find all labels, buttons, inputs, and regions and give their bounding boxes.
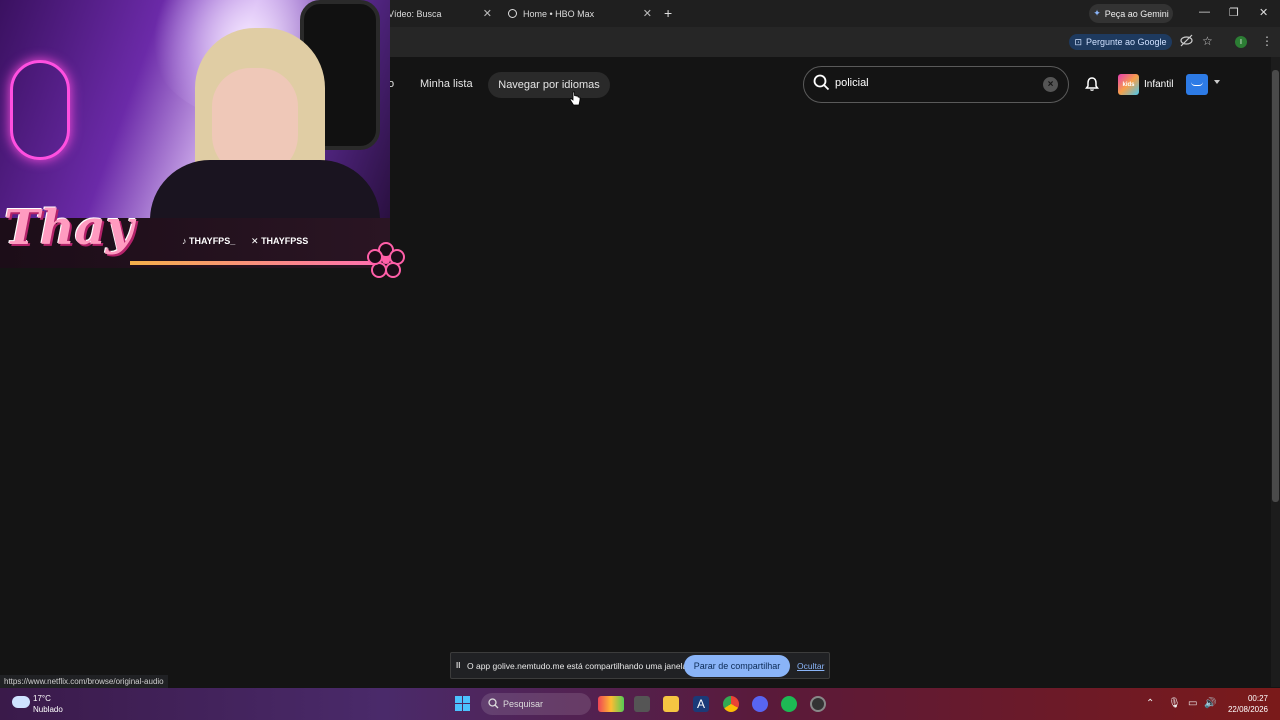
eye-off-icon[interactable] — [1180, 34, 1193, 50]
taskbar-search-label: Pesquisar — [503, 699, 544, 709]
kids-avatar[interactable]: kids — [1118, 74, 1139, 95]
network-icon[interactable]: ▭ — [1188, 698, 1197, 709]
close-tab-icon[interactable]: ✕ — [643, 7, 652, 20]
bell-icon[interactable] — [1084, 76, 1100, 92]
nav-browse-languages[interactable]: Navegar por idiomas — [488, 72, 610, 98]
x-logo-icon: ✕ — [251, 236, 259, 246]
windows-start-icon[interactable] — [455, 696, 470, 711]
new-tab-button[interactable]: + — [664, 5, 672, 21]
app-a-icon[interactable]: A — [693, 696, 709, 712]
tiktok-icon: ♪ — [182, 236, 187, 246]
chevron-up-icon[interactable]: ⌃ — [1146, 698, 1154, 709]
tab-hbo-max[interactable]: Home • HBO Max ✕ — [508, 0, 652, 27]
x-handle: ✕ THAYFPSS — [251, 236, 308, 247]
widgets-icon[interactable] — [598, 696, 624, 712]
hide-share-bar-link[interactable]: Ocultar — [797, 661, 824, 671]
profile-avatar[interactable] — [1186, 74, 1208, 95]
tab-label: Home • HBO Max — [523, 8, 595, 19]
ask-google-label: Pergunte ao Google — [1085, 37, 1167, 47]
close-tab-icon[interactable]: ✕ — [483, 7, 492, 20]
lens-icon: ⊡ — [1074, 36, 1082, 47]
tab-video-busca[interactable]: Vídeo: Busca ✕ — [388, 0, 492, 27]
bookmark-star-icon[interactable]: ☆ — [1202, 34, 1213, 48]
stop-sharing-button[interactable]: Parar de compartilhar — [684, 655, 790, 677]
gemini-button[interactable]: ✦ Peça ao Gemini — [1089, 4, 1173, 23]
streamer-logo: Thay — [4, 200, 134, 256]
clock-time[interactable]: 00:27 — [1228, 694, 1268, 703]
weather-temperature[interactable]: 17°C — [33, 694, 51, 703]
close-window-button[interactable]: ✕ — [1259, 6, 1268, 19]
task-view-icon[interactable] — [634, 696, 650, 712]
ask-google-button[interactable]: ⊡ Pergunte ao Google — [1069, 34, 1172, 50]
x-handle-label: THAYFPSS — [261, 236, 309, 246]
weather-description[interactable]: Nublado — [33, 705, 63, 714]
tab-label: Vídeo: Busca — [388, 8, 442, 19]
chrome-icon[interactable] — [723, 696, 739, 712]
obs-icon[interactable] — [810, 696, 826, 712]
clear-search-icon[interactable]: × — [1043, 77, 1058, 92]
restore-button[interactable]: ❐ — [1229, 6, 1239, 19]
banner-stripe — [130, 261, 380, 265]
search-icon — [813, 74, 830, 91]
share-message: O app golive.nemtudo.me está compartilha… — [467, 661, 690, 671]
discord-icon[interactable] — [752, 696, 768, 712]
flower-icon — [367, 242, 405, 278]
spotify-icon[interactable] — [781, 696, 797, 712]
tiktok-handle: ♪ THAYFPS_ — [182, 236, 235, 246]
menu-kebab-icon[interactable]: ⋮ — [1261, 34, 1273, 48]
globe-icon — [508, 9, 517, 18]
search-input[interactable] — [835, 77, 1035, 89]
hand-cursor-icon — [569, 91, 581, 106]
gemini-label: Peça ao Gemini — [1104, 8, 1169, 19]
nav-my-list[interactable]: Minha lista — [420, 78, 473, 90]
webcam-overlay — [0, 0, 390, 218]
nav-browse-languages-label: Navegar por idiomas — [498, 79, 600, 91]
cloud-icon[interactable] — [12, 696, 30, 708]
minimize-button[interactable]: — — [1199, 6, 1210, 18]
scrollbar-thumb[interactable] — [1272, 70, 1279, 502]
tiktok-handle-label: THAYFPS_ — [189, 236, 236, 246]
speaker-icon[interactable]: 🔊 — [1204, 698, 1216, 709]
status-url: https://www.netflix.com/browse/original-… — [0, 675, 168, 688]
file-explorer-icon[interactable] — [663, 696, 679, 712]
pause-icon: II — [456, 661, 461, 670]
extension-icon[interactable]: I — [1235, 36, 1247, 48]
chevron-down-icon[interactable] — [1214, 80, 1220, 84]
clock-date[interactable]: 22/08/2026 — [1224, 705, 1268, 714]
kids-profile-label[interactable]: Infantil — [1144, 79, 1173, 90]
search-icon — [488, 698, 499, 709]
gemini-sparkle-icon: ✦ — [1093, 8, 1101, 18]
microphone-icon[interactable]: 🎙 — [1168, 698, 1181, 709]
